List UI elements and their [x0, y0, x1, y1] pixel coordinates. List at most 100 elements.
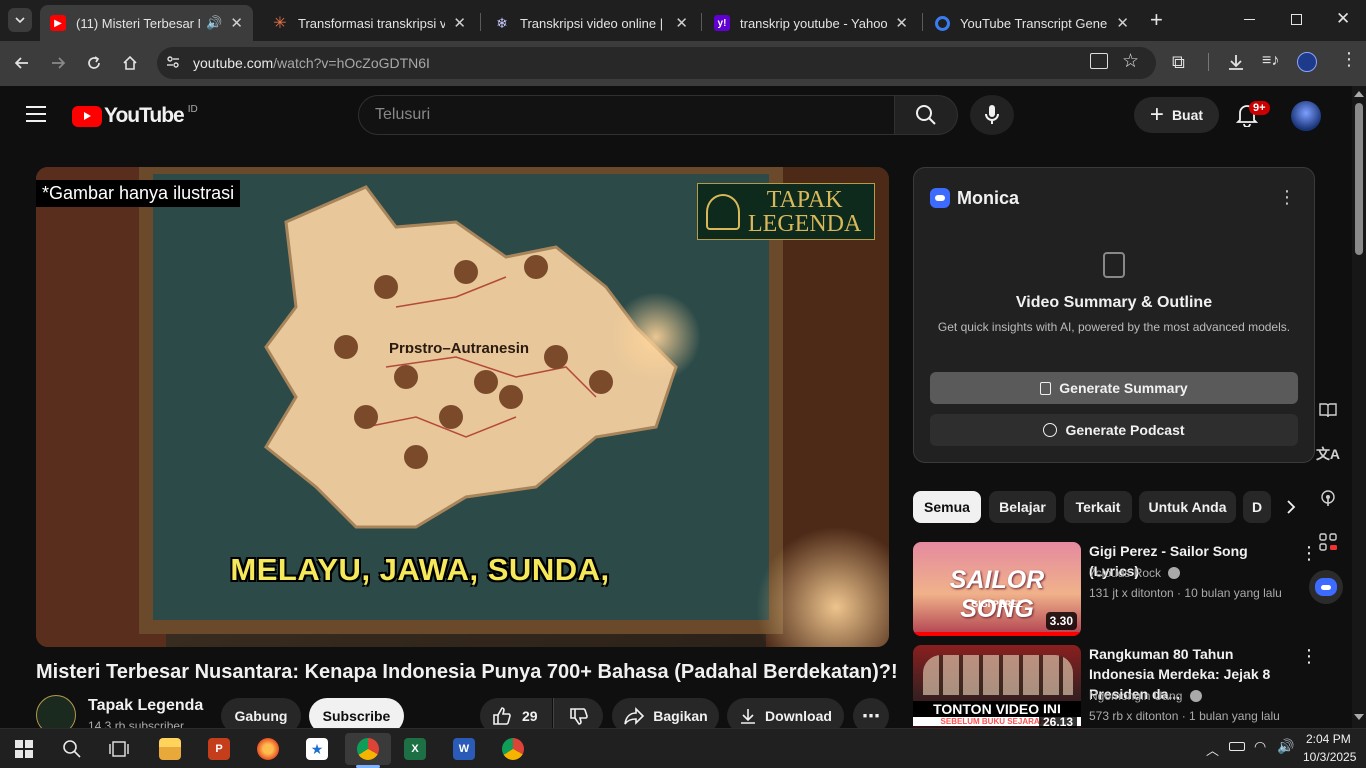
close-icon[interactable]: ✕ [453, 14, 466, 32]
search-input[interactable]: Telusuri [358, 95, 895, 135]
tab-transcript-generator[interactable]: YouTube Transcript Generator ✕ [925, 5, 1139, 41]
extensions-icon[interactable]: ⧉ [1172, 52, 1185, 73]
reload-icon[interactable] [82, 51, 106, 75]
share-label: Bagikan [653, 708, 708, 724]
excel-icon[interactable]: X [395, 733, 435, 765]
forward-icon[interactable] [46, 51, 70, 75]
new-tab-icon[interactable]: + [1150, 9, 1163, 31]
youtube-logo[interactable]: YouTube ID [72, 104, 198, 128]
page-scrollbar-thumb[interactable] [1355, 103, 1363, 255]
channel-name: Ngomongin Uang [1089, 689, 1183, 703]
watermark-line1: TAPAK [766, 186, 843, 213]
document-sparkle-icon [1103, 252, 1125, 278]
recommendation-thumbnail[interactable]: TONTON VIDEO INI SEBELUM BUKU SEJARAH D … [913, 645, 1081, 728]
generate-summary-button[interactable]: Generate Summary [930, 372, 1298, 404]
like-count: 29 [522, 708, 538, 724]
home-icon[interactable] [118, 51, 142, 75]
task-view-icon[interactable] [99, 733, 139, 765]
url-path: /watch?v=hOcZoGDTN6I [273, 55, 430, 71]
tab-transkripsi[interactable]: ❄ Transkripsi video online | De ✕ [484, 5, 698, 41]
podcast-icon [1043, 423, 1058, 437]
battery-icon[interactable] [1229, 742, 1245, 751]
restore-icon[interactable] [1291, 14, 1302, 25]
tray-chevron-icon[interactable]: ︿ [1206, 740, 1219, 759]
profile-avatar-icon[interactable] [1297, 52, 1317, 72]
channel-name[interactable]: Tapak Legenda [88, 697, 203, 715]
firefox-icon[interactable] [248, 733, 288, 765]
media-control-icon[interactable]: ≡♪ [1262, 52, 1279, 70]
speaker-icon[interactable]: 🔊 [206, 15, 222, 31]
recommendation-menu-icon[interactable]: ⋮ [1300, 646, 1318, 667]
video-subtitle: MELAYU, JAWA, SUNDA, [230, 552, 610, 587]
chip-semua[interactable]: Semua [913, 491, 981, 523]
watermark-line2: LEGENDA [748, 210, 862, 237]
hamburger-menu-icon[interactable] [26, 106, 46, 122]
account-avatar[interactable] [1291, 101, 1321, 131]
tab-yahoo[interactable]: y! transkrip youtube - Yahoo H ✕ [704, 5, 918, 41]
tab-search-dropdown-icon[interactable] [8, 8, 32, 32]
apps-grid-icon[interactable] [1312, 526, 1344, 558]
search-button[interactable] [894, 95, 958, 135]
generate-podcast-button[interactable]: Generate Podcast [930, 414, 1298, 446]
monica-description: Get quick insights with AI, powered by t… [937, 320, 1291, 334]
podcast-side-icon[interactable] [1312, 482, 1344, 514]
youtube-play-icon [72, 105, 102, 127]
chips-next-icon[interactable] [1278, 494, 1304, 520]
translate-icon[interactable]: 文A [1312, 438, 1344, 470]
site-info-icon[interactable] [165, 54, 181, 70]
monica-logo-icon [930, 188, 950, 208]
volume-icon[interactable]: 🔊 [1277, 738, 1294, 755]
clock-time[interactable]: 2:04 PM [1306, 732, 1351, 746]
url-text: youtube.com/watch?v=hOcZoGDTN6I [193, 55, 430, 71]
chip-truncated[interactable]: D [1243, 491, 1271, 523]
chip-terkait[interactable]: Terkait [1064, 491, 1132, 523]
circle-icon [935, 15, 950, 31]
minimize-icon[interactable] [1244, 19, 1255, 20]
file-explorer-icon[interactable] [150, 733, 190, 765]
youtube-icon: ▶ [50, 15, 66, 31]
wayang-icon [706, 194, 740, 230]
taskbar-search-icon[interactable] [52, 733, 92, 765]
reader-icon[interactable] [1312, 394, 1344, 426]
voice-search-button[interactable] [970, 95, 1014, 135]
wifi-icon[interactable]: ◠ [1254, 738, 1266, 755]
word-icon[interactable]: W [444, 733, 484, 765]
bookmark-star-icon[interactable]: ☆ [1122, 50, 1139, 73]
channel-watermark: TAPAK LEGENDA [697, 183, 875, 240]
chrome-profile-icon[interactable] [493, 733, 533, 765]
recommendation-thumbnail[interactable]: SAILOR SONG GIGI PEREZ 3.30 [913, 542, 1081, 636]
recommendation-channel[interactable]: 7clouds Rock [1089, 566, 1181, 580]
scroll-down-arrow-icon[interactable] [1354, 714, 1364, 720]
back-icon[interactable] [10, 51, 34, 75]
close-icon[interactable]: ✕ [1116, 14, 1129, 32]
monica-launcher-icon[interactable] [1309, 570, 1343, 604]
scroll-up-arrow-icon[interactable] [1354, 91, 1364, 97]
download-label: Download [765, 708, 832, 724]
chrome-icon-active[interactable] [345, 733, 391, 765]
browser-menu-icon[interactable]: ⋮ [1340, 50, 1358, 68]
thumbs-down-icon [569, 708, 588, 725]
download-icon[interactable] [1226, 52, 1246, 72]
youtube-logo-text: YouTube [104, 104, 185, 127]
recommendation-channel[interactable]: Ngomongin Uang [1089, 689, 1202, 703]
close-icon[interactable]: ✕ [675, 14, 688, 32]
watermark-text: TAPAK LEGENDA [748, 188, 861, 236]
chip-belajar[interactable]: Belajar [989, 491, 1056, 523]
notification-count-badge: 9+ [1249, 101, 1270, 115]
windows-start-icon[interactable] [4, 733, 44, 765]
close-icon[interactable]: ✕ [230, 14, 243, 32]
chip-untuk-anda[interactable]: Untuk Anda [1139, 491, 1236, 523]
clock-date[interactable]: 10/3/2025 [1303, 750, 1356, 764]
recommendation-meta: 573 rb x ditonton · 1 bulan yang lalu [1089, 709, 1280, 723]
close-icon[interactable]: ✕ [895, 14, 908, 32]
tab-youtube-video[interactable]: ▶ (11) Misteri Terbesar Nusantara 🔊 ✕ [40, 5, 253, 41]
country-code: ID [187, 103, 198, 115]
tab-transformasi[interactable]: ✳ Transformasi transkripsi video ✕ [262, 5, 476, 41]
close-window-icon[interactable]: ✕ [1336, 9, 1350, 29]
install-app-icon[interactable] [1090, 53, 1108, 69]
pinned-app-star-icon[interactable]: ★ [297, 733, 337, 765]
verified-icon [1189, 690, 1202, 702]
powerpoint-icon[interactable]: P [199, 733, 239, 765]
create-button[interactable]: + Buat [1134, 97, 1219, 133]
monica-menu-icon[interactable]: ⋮ [1278, 187, 1296, 208]
